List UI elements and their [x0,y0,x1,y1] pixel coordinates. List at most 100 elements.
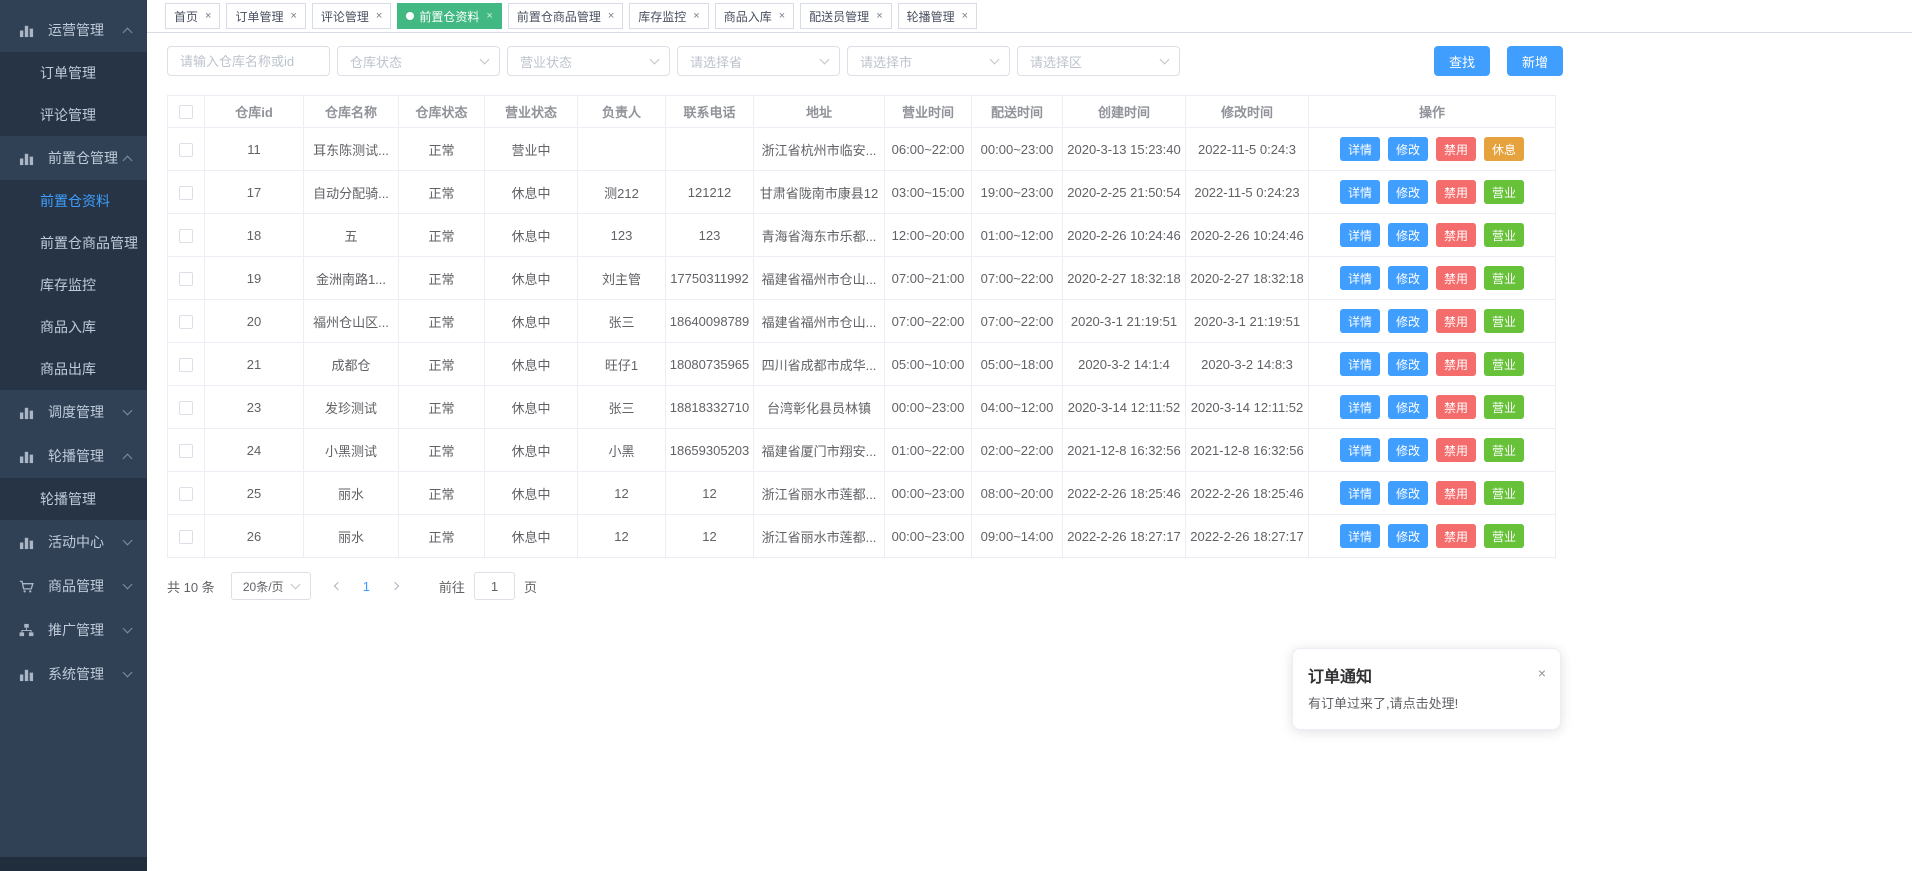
sidebar-item[interactable]: 商品出库 [0,348,147,390]
disable-button[interactable]: 禁用 [1436,223,1476,247]
close-icon[interactable]: × [962,10,968,22]
disable-button[interactable]: 禁用 [1436,309,1476,333]
row-checkbox[interactable] [179,272,193,286]
edit-button[interactable]: 修改 [1388,352,1428,376]
row-checkbox[interactable] [179,143,193,157]
sidebar-item[interactable]: 商品入库 [0,306,147,348]
close-icon[interactable]: × [876,10,882,22]
goto-page-input[interactable] [474,572,515,600]
detail-button[interactable]: 详情 [1340,309,1380,333]
edit-button[interactable]: 修改 [1388,180,1428,204]
open-button[interactable]: 营业 [1484,223,1524,247]
row-checkbox[interactable] [179,186,193,200]
open-button[interactable]: 营业 [1484,266,1524,290]
sidebar-group-toggle[interactable]: 运营管理 [0,8,147,52]
detail-button[interactable]: 详情 [1340,180,1380,204]
open-button[interactable]: 营业 [1484,395,1524,419]
sidebar-item[interactable]: 轮播管理 [0,478,147,520]
page-size-select[interactable]: 20条/页 [231,572,311,600]
sidebar-group-toggle[interactable]: 推广管理 [0,608,147,652]
sidebar-item[interactable]: 订单管理 [0,52,147,94]
tab-库存监控[interactable]: 库存监控× [629,3,708,29]
edit-button[interactable]: 修改 [1388,223,1428,247]
sidebar-item[interactable]: 前置仓商品管理 [0,222,147,264]
detail-button[interactable]: 详情 [1340,438,1380,462]
disable-button[interactable]: 禁用 [1436,524,1476,548]
detail-button[interactable]: 详情 [1340,481,1380,505]
open-button[interactable]: 营业 [1484,524,1524,548]
sidebar-group-toggle[interactable]: 商品管理 [0,564,147,608]
edit-button[interactable]: 修改 [1388,266,1428,290]
detail-button[interactable]: 详情 [1340,223,1380,247]
detail-button[interactable]: 详情 [1340,137,1380,161]
next-page-button[interactable] [392,579,400,593]
disable-button[interactable]: 禁用 [1436,352,1476,376]
row-checkbox[interactable] [179,229,193,243]
page-number-current[interactable]: 1 [363,579,370,594]
close-icon[interactable]: × [486,10,492,22]
detail-button[interactable]: 详情 [1340,524,1380,548]
close-icon[interactable]: × [779,10,785,22]
sidebar-group-toggle[interactable]: 轮播管理 [0,434,147,478]
sidebar-group-toggle[interactable]: 活动中心 [0,520,147,564]
edit-button[interactable]: 修改 [1388,438,1428,462]
tab-商品入库[interactable]: 商品入库× [715,3,794,29]
sidebar-group-toggle[interactable]: 前置仓管理 [0,136,147,180]
row-checkbox[interactable] [179,530,193,544]
filter-select[interactable]: 请选择市 [847,46,1010,76]
close-icon[interactable]: × [376,10,382,22]
tab-前置仓商品管理[interactable]: 前置仓商品管理× [508,3,623,29]
detail-button[interactable]: 详情 [1340,395,1380,419]
row-checkbox[interactable] [179,401,193,415]
open-button[interactable]: 营业 [1484,352,1524,376]
disable-button[interactable]: 禁用 [1436,395,1476,419]
sidebar-item[interactable]: 库存监控 [0,264,147,306]
select-all-checkbox[interactable] [179,105,193,119]
tab-轮播管理[interactable]: 轮播管理× [898,3,977,29]
open-button[interactable]: 营业 [1484,481,1524,505]
disable-button[interactable]: 禁用 [1436,137,1476,161]
edit-button[interactable]: 修改 [1388,395,1428,419]
edit-button[interactable]: 修改 [1388,137,1428,161]
detail-button[interactable]: 详情 [1340,266,1380,290]
rest-button[interactable]: 休息 [1484,137,1524,161]
tab-评论管理[interactable]: 评论管理× [312,3,391,29]
edit-button[interactable]: 修改 [1388,309,1428,333]
row-checkbox[interactable] [179,487,193,501]
warehouse-search-input[interactable] [167,46,330,76]
sidebar-item[interactable]: 评论管理 [0,94,147,136]
filter-select[interactable]: 请选择区 [1017,46,1180,76]
disable-button[interactable]: 禁用 [1436,266,1476,290]
sidebar-group-toggle[interactable]: 系统管理 [0,652,147,696]
close-icon[interactable]: × [290,10,296,22]
search-button[interactable]: 查找 [1434,46,1490,76]
tab-配送员管理[interactable]: 配送员管理× [800,3,891,29]
filter-select[interactable]: 请选择省 [677,46,840,76]
edit-button[interactable]: 修改 [1388,481,1428,505]
open-button[interactable]: 营业 [1484,180,1524,204]
row-checkbox[interactable] [179,315,193,329]
close-icon[interactable]: × [608,10,614,22]
disable-button[interactable]: 禁用 [1436,438,1476,462]
cell-modified: 2021-12-8 16:32:56 [1186,429,1309,472]
close-icon[interactable]: × [205,10,211,22]
row-checkbox[interactable] [179,358,193,372]
tab-首页[interactable]: 首页× [165,3,220,29]
disable-button[interactable]: 禁用 [1436,180,1476,204]
sidebar-item[interactable]: 前置仓资料 [0,180,147,222]
close-icon[interactable]: × [1538,666,1546,680]
prev-page-button[interactable] [333,579,341,593]
add-button[interactable]: 新增 [1507,46,1563,76]
disable-button[interactable]: 禁用 [1436,481,1476,505]
tab-订单管理[interactable]: 订单管理× [226,3,305,29]
close-icon[interactable]: × [693,10,699,22]
filter-select[interactable]: 仓库状态 [337,46,500,76]
row-checkbox[interactable] [179,444,193,458]
filter-select[interactable]: 营业状态 [507,46,670,76]
open-button[interactable]: 营业 [1484,438,1524,462]
sidebar-group-toggle[interactable]: 调度管理 [0,390,147,434]
edit-button[interactable]: 修改 [1388,524,1428,548]
open-button[interactable]: 营业 [1484,309,1524,333]
detail-button[interactable]: 详情 [1340,352,1380,376]
tab-前置仓资料[interactable]: 前置仓资料× [397,3,501,29]
